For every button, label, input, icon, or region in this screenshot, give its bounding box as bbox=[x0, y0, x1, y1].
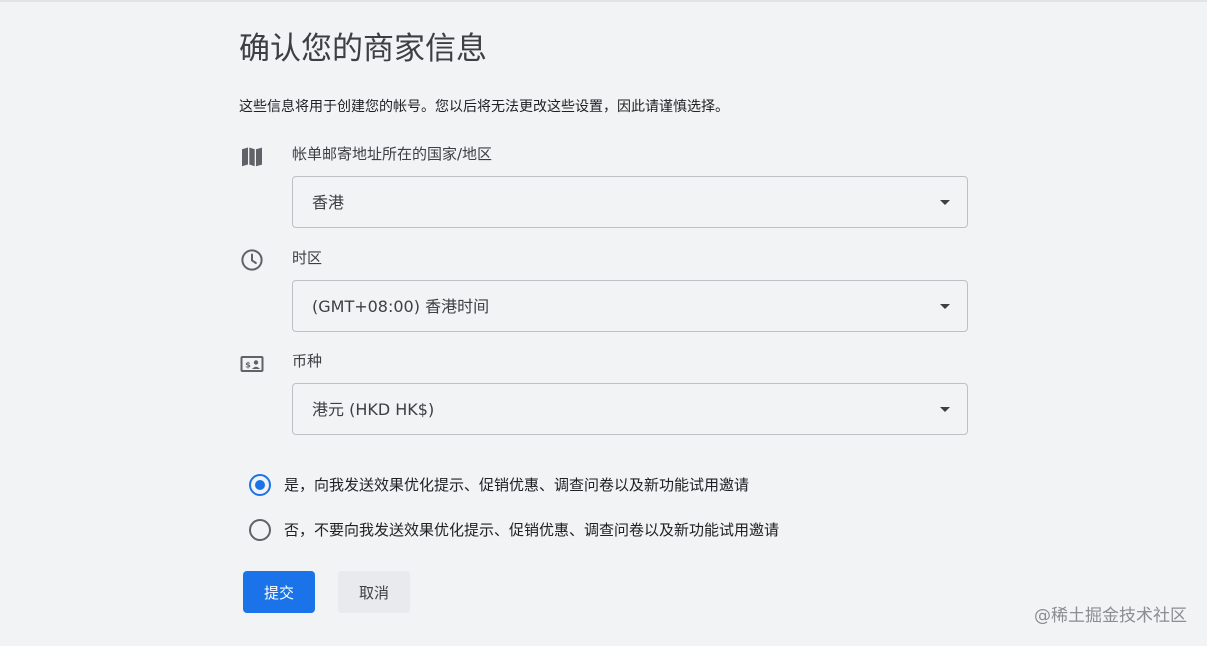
submit-button[interactable]: 提交 bbox=[243, 571, 315, 613]
map-icon bbox=[240, 145, 264, 169]
dropdown-arrow-icon bbox=[940, 407, 950, 412]
page-subtitle: 这些信息将用于创建您的帐号。您以后将无法更改这些设置，因此请谨慎选择。 bbox=[239, 99, 729, 115]
timezone-label: 时区 bbox=[292, 249, 323, 267]
page-title: 确认您的商家信息 bbox=[239, 31, 487, 67]
consent-no-option[interactable]: 否，不要向我发送效果优化提示、促销优惠、调查问卷以及新功能试用邀请 bbox=[249, 518, 779, 542]
top-border bbox=[0, 0, 1207, 2]
consent-yes-label: 是，向我发送效果优化提示、促销优惠、调查问卷以及新功能试用邀请 bbox=[284, 476, 750, 494]
clock-icon bbox=[240, 248, 264, 272]
currency-value: 港元 (HKD HK$) bbox=[312, 400, 435, 419]
currency-select[interactable]: 港元 (HKD HK$) bbox=[292, 383, 968, 435]
consent-yes-option[interactable]: 是，向我发送效果优化提示、促销优惠、调查问卷以及新功能试用邀请 bbox=[249, 473, 749, 497]
currency-card-icon: $ bbox=[240, 352, 264, 376]
consent-no-label: 否，不要向我发送效果优化提示、促销优惠、调查问卷以及新功能试用邀请 bbox=[284, 521, 780, 539]
svg-text:$: $ bbox=[245, 361, 251, 370]
radio-checked-icon[interactable] bbox=[249, 474, 271, 496]
radio-unchecked-icon[interactable] bbox=[249, 519, 271, 541]
country-label: 帐单邮寄地址所在的国家/地区 bbox=[292, 145, 493, 163]
timezone-value: (GMT+08:00) 香港时间 bbox=[312, 297, 490, 316]
dropdown-arrow-icon bbox=[940, 200, 950, 205]
dropdown-arrow-icon bbox=[940, 304, 950, 309]
timezone-select[interactable]: (GMT+08:00) 香港时间 bbox=[292, 280, 968, 332]
currency-label: 币种 bbox=[292, 352, 323, 370]
country-select[interactable]: 香港 bbox=[292, 176, 968, 228]
cancel-button[interactable]: 取消 bbox=[338, 571, 410, 613]
country-value: 香港 bbox=[312, 193, 345, 212]
watermark: @稀土掘金技术社区 bbox=[1034, 606, 1187, 626]
